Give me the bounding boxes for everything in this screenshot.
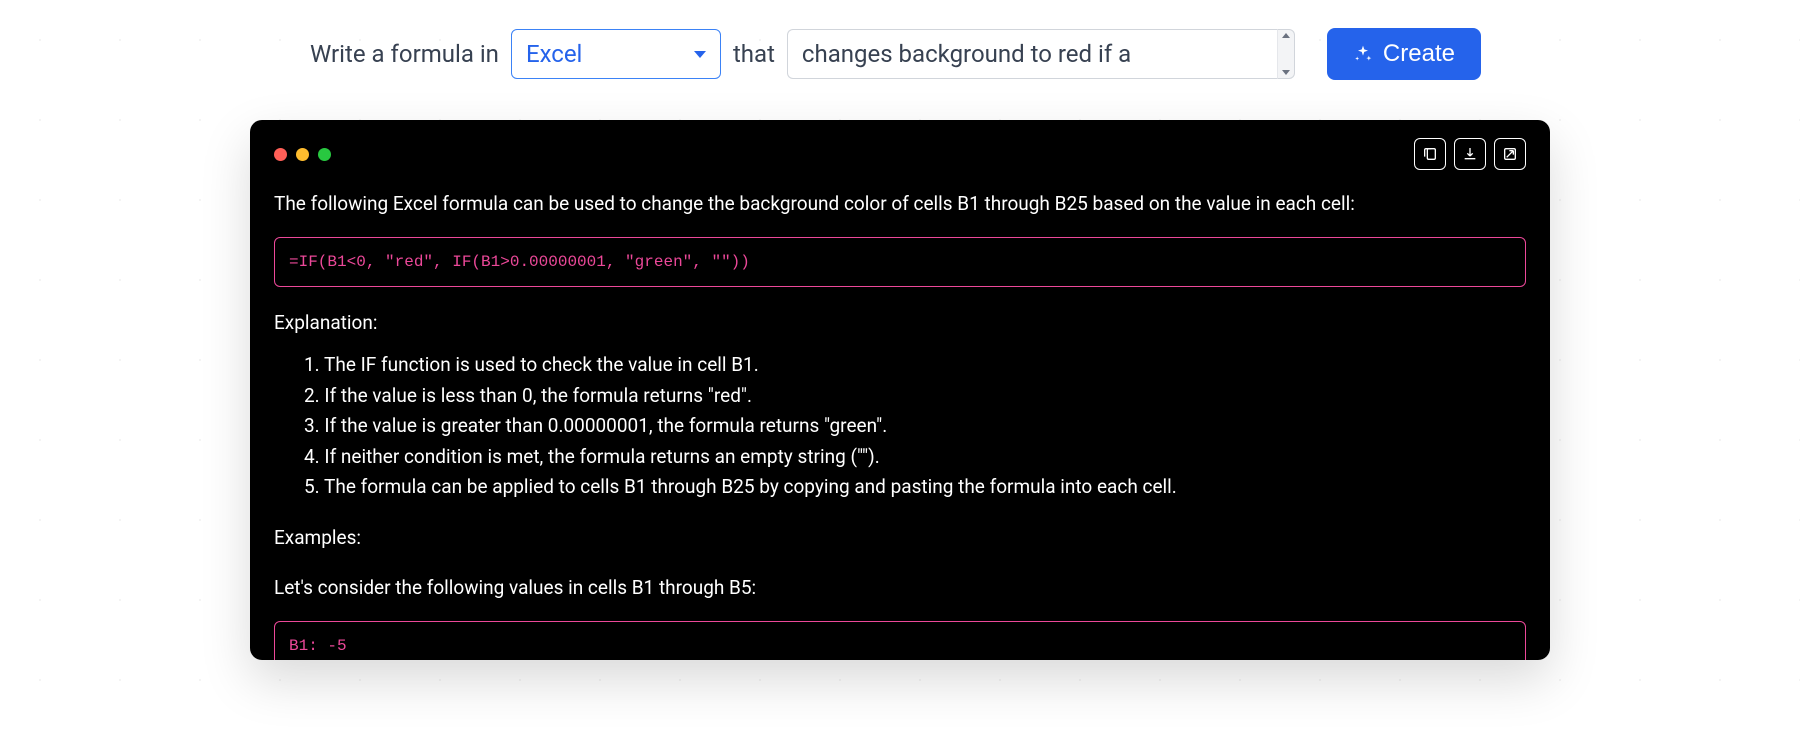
download-icon — [1462, 146, 1478, 162]
prompt-prefix: Write a formula in — [310, 40, 499, 68]
output-intro: The following Excel formula can be used … — [274, 190, 1526, 219]
examples-code-block: B1: -5 B2: 0 — [274, 621, 1526, 661]
terminal-header — [250, 138, 1550, 186]
download-button[interactable] — [1454, 138, 1486, 170]
output-terminal: The following Excel formula can be used … — [250, 120, 1550, 660]
examples-intro: Let's consider the following values in c… — [274, 574, 1526, 603]
create-button-label: Create — [1383, 40, 1455, 68]
input-scroll[interactable] — [1277, 29, 1295, 79]
prompt-middle: that — [733, 40, 775, 68]
copy-button[interactable] — [1414, 138, 1446, 170]
dropdown-value: Excel — [526, 40, 582, 68]
create-button[interactable]: Create — [1327, 28, 1481, 80]
traffic-green-icon — [318, 148, 331, 161]
arrow-up-icon — [1282, 33, 1290, 38]
prompt-input-wrapper — [787, 29, 1295, 79]
clipboard-icon — [1422, 146, 1438, 162]
chevron-down-icon — [694, 51, 706, 58]
terminal-body[interactable]: The following Excel formula can be used … — [250, 186, 1550, 660]
expand-button[interactable] — [1494, 138, 1526, 170]
examples-heading: Examples: — [274, 524, 1526, 553]
traffic-red-icon — [274, 148, 287, 161]
traffic-lights — [274, 148, 331, 161]
expand-icon — [1502, 146, 1518, 162]
list-item: 1. The IF function is used to check the … — [304, 351, 1526, 380]
arrow-down-icon — [1282, 70, 1290, 75]
list-item: 4. If neither condition is met, the form… — [304, 443, 1526, 472]
prompt-bar: Write a formula in Excel that Create — [250, 28, 1550, 80]
platform-dropdown[interactable]: Excel — [511, 29, 721, 79]
explanation-list: 1. The IF function is used to check the … — [304, 351, 1526, 502]
list-item: 2. If the value is less than 0, the form… — [304, 382, 1526, 411]
sparkle-icon — [1353, 44, 1373, 64]
traffic-yellow-icon — [296, 148, 309, 161]
prompt-input[interactable] — [787, 29, 1277, 79]
list-item: 3. If the value is greater than 0.000000… — [304, 412, 1526, 441]
terminal-actions — [1414, 138, 1526, 170]
explanation-heading: Explanation: — [274, 309, 1526, 338]
list-item: 5. The formula can be applied to cells B… — [304, 473, 1526, 502]
formula-code-block: =IF(B1<0, "red", IF(B1>0.00000001, "gree… — [274, 237, 1526, 287]
